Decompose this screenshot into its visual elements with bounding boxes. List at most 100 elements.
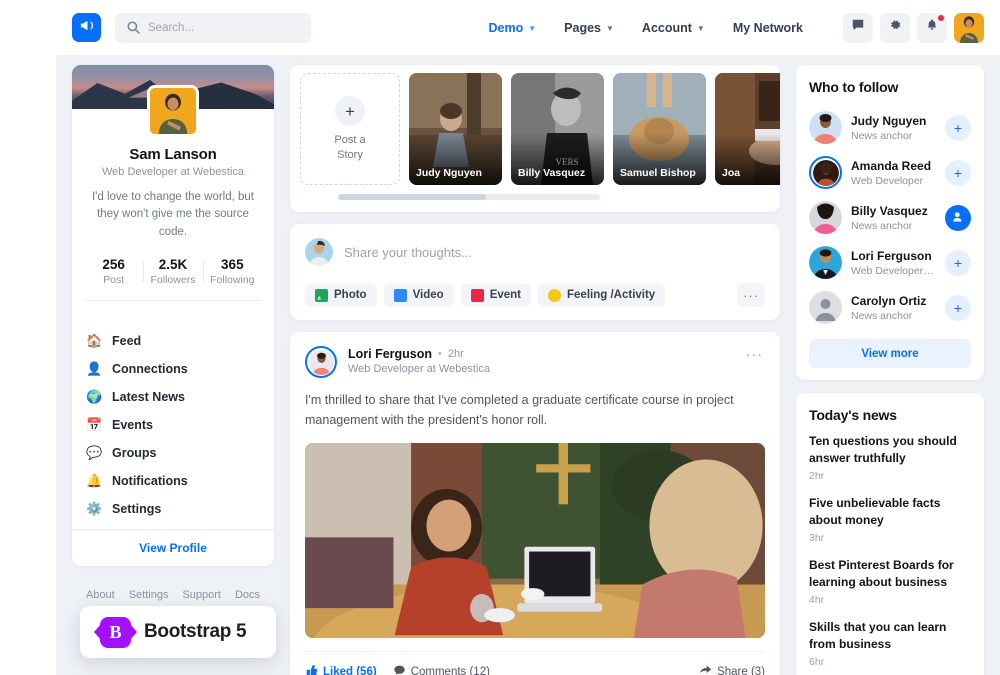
stat-value: 2.5K	[158, 256, 188, 272]
following-button[interactable]	[945, 204, 971, 231]
nav-link-pages[interactable]: Pages ▼	[550, 15, 628, 41]
follow-avatar-placeholder[interactable]	[809, 291, 842, 324]
sidebar-item-feed[interactable]: 🏠 Feed	[72, 327, 274, 355]
bell-icon: 🔔	[86, 473, 103, 489]
composer-input[interactable]	[344, 244, 765, 260]
follow-button[interactable]: +	[945, 294, 971, 321]
smiley-icon	[548, 288, 562, 302]
calendar-icon: 📅	[86, 417, 103, 433]
news-item[interactable]: Five unbelievable facts about money 3hr	[809, 495, 971, 544]
like-button[interactable]: Liked (56)	[305, 664, 377, 675]
composer-video-button[interactable]: Video	[383, 283, 454, 307]
post-name-row: Lori Ferguson • 2hr	[348, 347, 733, 361]
footer-link-settings[interactable]: Settings	[129, 589, 169, 601]
view-profile-link[interactable]: View Profile	[139, 541, 207, 555]
story-name: Samuel Bishop	[620, 167, 696, 179]
composer-actions: Photo Video Event Feeling /Activity ···	[305, 283, 765, 307]
sidebar-item-label: Events	[112, 417, 153, 432]
view-more-button[interactable]: View more	[809, 339, 971, 368]
post-author-name: Lori Ferguson	[348, 347, 433, 361]
follow-avatar[interactable]	[809, 201, 842, 234]
notification-badge	[938, 14, 944, 21]
notifications-button[interactable]	[917, 12, 947, 43]
follow-button[interactable]: +	[945, 114, 971, 141]
sidebar-item-connections[interactable]: 👤 Connections	[72, 355, 274, 383]
nav-link-my-network[interactable]: My Network	[719, 15, 817, 41]
person-icon: 👤	[86, 361, 103, 377]
brand-logo-button[interactable]	[72, 13, 101, 42]
story-card[interactable]: Samuel Bishop	[613, 73, 706, 185]
post-options-button[interactable]: ···	[744, 346, 765, 362]
post-a-story-button[interactable]: + Post a Story	[300, 73, 400, 185]
story-card[interactable]: Joa	[715, 73, 780, 185]
search-input[interactable]	[115, 12, 311, 43]
stat-post: 256 Post	[84, 257, 143, 286]
nav-link-demo[interactable]: Demo ▼	[475, 15, 551, 41]
person-check-icon	[952, 211, 964, 225]
follow-button[interactable]: +	[945, 159, 971, 186]
chevron-down-icon: ▼	[606, 24, 614, 33]
story-name: Judy Nguyen	[416, 167, 482, 179]
news-time: 2hr	[809, 470, 825, 483]
bootstrap-logo-icon: B	[100, 616, 131, 648]
sidebar-item-settings[interactable]: ⚙️ Settings	[72, 495, 274, 523]
avatar[interactable]	[954, 12, 984, 43]
post-image[interactable]	[305, 443, 765, 638]
post-author-avatar[interactable]	[305, 346, 337, 378]
top-navbar: Demo ▼ Pages ▼ Account ▼ My Network	[56, 0, 1000, 55]
share-arrow-icon	[699, 664, 712, 675]
stories-scrollbar[interactable]	[338, 194, 600, 200]
nav-link-account[interactable]: Account ▼	[628, 15, 719, 41]
composer-feeling-button[interactable]: Feeling /Activity	[538, 283, 666, 307]
news-time: 4hr	[809, 594, 825, 607]
follow-avatar[interactable]	[809, 111, 842, 144]
bell-icon	[925, 18, 939, 37]
follow-avatar[interactable]	[809, 156, 842, 189]
story-card[interactable]: Judy Nguyen	[409, 73, 502, 185]
sidebar-item-latest-news[interactable]: 🌍 Latest News	[72, 383, 274, 411]
follow-name: Lori Ferguson	[851, 248, 932, 263]
news-item[interactable]: Best Pinterest Boards for learning about…	[809, 557, 971, 606]
sidebar-item-notifications[interactable]: 🔔 Notifications	[72, 467, 274, 495]
post-a-story-label: Post a Story	[334, 133, 365, 162]
follow-button[interactable]: +	[945, 249, 971, 276]
sidebar-item-events[interactable]: 📅 Events	[72, 411, 274, 439]
follow-info: Judy Nguyen News anchor	[851, 114, 936, 142]
megaphone-icon	[79, 18, 94, 38]
bootstrap-badge[interactable]: B Bootstrap 5	[80, 606, 276, 658]
nav-link-label: Account	[641, 20, 692, 35]
composer-event-button[interactable]: Event	[460, 283, 532, 307]
footer-link-support[interactable]: Support	[182, 589, 221, 601]
stat-value: 365	[221, 256, 244, 272]
composer-top-row	[305, 238, 765, 266]
todays-news-title: Today's news	[809, 407, 897, 423]
bootstrap-badge-label: Bootstrap 5	[144, 621, 247, 642]
video-icon	[393, 288, 407, 302]
story-card[interactable]: VERS Billy Vasquez	[511, 73, 604, 185]
bootstrap-logo-letter: B	[109, 622, 122, 642]
profile-avatar[interactable]	[147, 85, 199, 137]
who-to-follow-card: Who to follow Judy Nguyen News anchor + …	[796, 65, 984, 380]
footer-link-docs[interactable]: Docs	[235, 589, 260, 601]
follow-info: Billy Vasquez News anchor	[851, 204, 936, 232]
news-item[interactable]: Skills that you can learn from business …	[809, 619, 971, 668]
post-header: Lori Ferguson • 2hr Web Developer at Web…	[305, 346, 765, 378]
nav-link-label: Pages	[564, 20, 601, 35]
search-box[interactable]	[115, 12, 311, 43]
messages-button[interactable]	[843, 12, 873, 43]
sidebar-item-groups[interactable]: 💬 Groups	[72, 439, 274, 467]
comments-button[interactable]: Comments (12)	[393, 664, 490, 675]
chip-label: Photo	[334, 289, 367, 301]
chevron-down-icon: ▼	[528, 24, 537, 33]
follow-name: Carolyn Ortiz	[851, 293, 927, 308]
composer-more-button[interactable]: ···	[737, 283, 765, 307]
follow-avatar[interactable]	[809, 246, 842, 279]
footer-link-about[interactable]: About	[86, 589, 115, 601]
news-item[interactable]: Ten questions you should answer truthful…	[809, 433, 971, 482]
nav-link-label: My Network	[732, 20, 803, 35]
share-button[interactable]: Share (3)	[699, 664, 765, 675]
profile-card: Sam Lanson Web Developer at Webestica I'…	[72, 65, 274, 566]
composer-photo-button[interactable]: Photo	[305, 283, 377, 307]
chat-icon: 💬	[86, 445, 103, 461]
settings-button[interactable]	[880, 12, 910, 43]
